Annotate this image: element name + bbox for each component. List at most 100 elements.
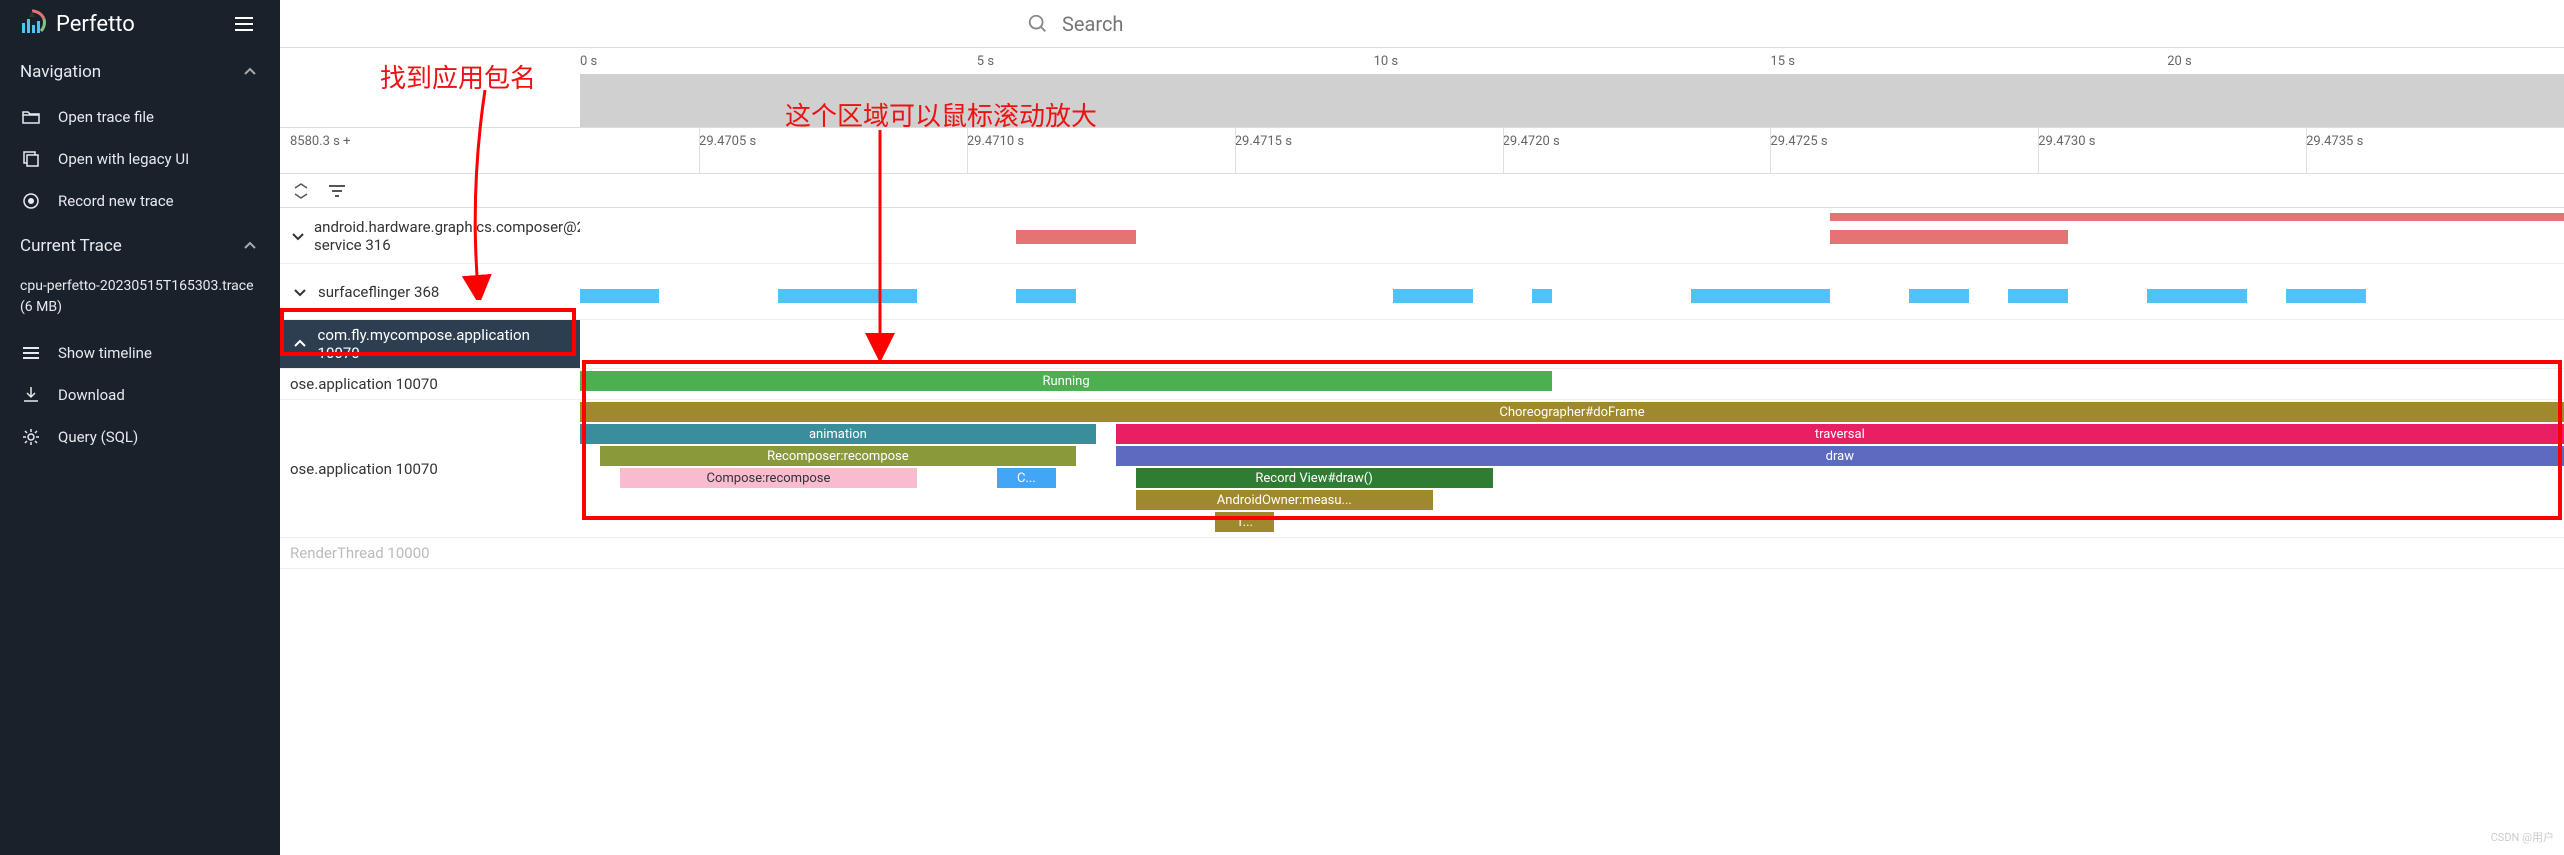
overview-tick: 5 s: [977, 54, 994, 69]
ruler-tick: 29.4705 s: [699, 134, 756, 149]
overview-tick: 20 s: [2167, 54, 2192, 69]
sidebar: Perfetto Navigation Open trace file Open…: [0, 0, 280, 855]
logo[interactable]: Perfetto: [16, 8, 135, 40]
trace-slice[interactable]: [2008, 289, 2068, 303]
filter-icon[interactable]: [326, 180, 348, 202]
nav-label: Download: [58, 386, 125, 404]
track-name: android.hardware.graphics.composer@2.3-s…: [314, 218, 602, 254]
trace-slice[interactable]: traversal: [1116, 424, 2564, 444]
overview-tick: 0 s: [580, 54, 597, 69]
hamburger-icon: [232, 12, 256, 36]
navigation-title: Navigation: [20, 62, 101, 82]
trace-slice[interactable]: C...: [997, 468, 1057, 488]
current-trace-section-header[interactable]: Current Trace: [0, 222, 280, 270]
nav-label: Query (SQL): [58, 428, 138, 446]
trace-slice[interactable]: Compose:recompose: [620, 468, 918, 488]
app-name: Perfetto: [56, 12, 135, 37]
trace-slice[interactable]: [778, 289, 917, 303]
nav-open-trace[interactable]: Open trace file: [0, 96, 280, 138]
trace-slice[interactable]: [1909, 289, 1969, 303]
track-name: surfaceflinger 368: [318, 283, 439, 301]
chevron-up-icon[interactable]: [290, 334, 310, 354]
track-group-row[interactable]: com.fly.mycompose.application 10070: [280, 320, 2564, 369]
overview-tick: 10 s: [1374, 54, 1399, 69]
chevron-up-icon: [240, 236, 260, 256]
download-icon: [20, 384, 42, 406]
menu-button[interactable]: [224, 4, 264, 44]
nav-query-sql[interactable]: Query (SQL): [0, 416, 280, 458]
track-group-row[interactable]: surfaceflinger 368: [280, 264, 2564, 320]
trace-slice[interactable]: draw: [1116, 446, 2564, 466]
nav-open-legacy[interactable]: Open with legacy UI: [0, 138, 280, 180]
perfetto-logo-icon: [16, 8, 48, 40]
topbar: [280, 0, 2564, 48]
trace-slice[interactable]: [1532, 289, 1552, 303]
nav-record-trace[interactable]: Record new trace: [0, 180, 280, 222]
ruler-tick: 29.4725 s: [1770, 134, 1827, 149]
trace-slice[interactable]: [1393, 289, 1472, 303]
query-icon: [20, 426, 42, 448]
trace-slice[interactable]: Record View#draw(): [1136, 468, 1493, 488]
chevron-up-icon: [240, 62, 260, 82]
ruler-tick: 29.4735 s: [2306, 134, 2363, 149]
trace-slice[interactable]: [580, 289, 659, 303]
nav-label: Open with legacy UI: [58, 150, 189, 168]
track-lane[interactable]: [580, 538, 2564, 568]
search-box[interactable]: [1012, 6, 1832, 42]
trace-slice[interactable]: AndroidOwner:measu...: [1136, 490, 1434, 510]
trace-slice[interactable]: [1016, 230, 1135, 244]
collapse-all-icon[interactable]: [290, 180, 312, 202]
ruler-origin: 8580.3 s +: [280, 128, 580, 173]
track-header[interactable]: ose.application 10070: [280, 369, 580, 399]
overview-viewport-rect[interactable]: [580, 74, 2564, 127]
track-header[interactable]: com.fly.mycompose.application 10070: [280, 320, 580, 368]
trace-slice[interactable]: [1691, 289, 1830, 303]
tracks-area[interactable]: android.hardware.graphics.composer@2.3-s…: [280, 208, 2564, 855]
track-lane[interactable]: Running: [580, 369, 2564, 399]
track-header[interactable]: ose.application 10070: [280, 400, 580, 537]
chevron-down-icon[interactable]: [290, 282, 310, 302]
chevron-down-icon[interactable]: [290, 226, 306, 246]
track-name: ose.application 10070: [290, 375, 438, 393]
nav-download[interactable]: Download: [0, 374, 280, 416]
ruler-tick: 29.4730 s: [2038, 134, 2095, 149]
track-lane[interactable]: [580, 208, 2564, 263]
trace-slice[interactable]: [2147, 289, 2246, 303]
detail-track-row[interactable]: ose.application 10070 Running: [280, 369, 2564, 400]
track-group-row[interactable]: android.hardware.graphics.composer@2.3-s…: [280, 208, 2564, 264]
timeline-icon: [20, 342, 42, 364]
trace-slice[interactable]: [1016, 289, 1076, 303]
trace-slice[interactable]: [1830, 230, 2068, 244]
navigation-section-header[interactable]: Navigation: [0, 48, 280, 96]
watermark: CSDN @用户: [2491, 829, 2554, 845]
overview-slice[interactable]: [1830, 213, 2564, 221]
track-header[interactable]: RenderThread 10000: [280, 538, 580, 568]
time-ruler[interactable]: 8580.3 s + 29.4705 s 29.4710 s 29.4715 s 29…: [280, 128, 2564, 174]
track-lane[interactable]: Choreographer#doFrameanimation traversal R…: [580, 400, 2564, 537]
track-lane[interactable]: [580, 264, 2564, 319]
track-header[interactable]: android.hardware.graphics.composer@2.3-s…: [280, 208, 580, 263]
track-lane[interactable]: [580, 320, 2564, 368]
main-area: 0 s5 s10 s15 s20 s 8580.3 s + 29.4705 s2…: [280, 0, 2564, 855]
trace-slice[interactable]: Choreographer#doFrame: [580, 402, 2564, 422]
folder-open-icon: [20, 106, 42, 128]
copy-icon: [20, 148, 42, 170]
track-name: com.fly.mycompose.application 10070: [318, 326, 570, 362]
nav-label: Open trace file: [58, 108, 154, 126]
track-row[interactable]: RenderThread 10000: [280, 538, 2564, 569]
trace-slice[interactable]: animation: [580, 424, 1096, 444]
ruler-tick: 29.4710 s: [967, 134, 1024, 149]
trace-slice[interactable]: T...: [1215, 512, 1275, 532]
trace-slice[interactable]: Recomposer:recompose: [600, 446, 1076, 466]
search-input[interactable]: [1062, 12, 1818, 36]
track-toolbar: [280, 174, 2564, 208]
track-header[interactable]: surfaceflinger 368: [280, 264, 580, 319]
nav-show-timeline[interactable]: Show timeline: [0, 332, 280, 374]
trace-slice[interactable]: [2286, 289, 2365, 303]
overview-timeline[interactable]: 0 s5 s10 s15 s20 s: [280, 48, 2564, 128]
ruler-tick: 29.4720 s: [1503, 134, 1560, 149]
search-icon: [1026, 12, 1050, 36]
ruler-tick: 29.4715 s: [1235, 134, 1292, 149]
trace-slice[interactable]: Running: [580, 371, 1552, 391]
detail-track-row[interactable]: ose.application 10070Choreographer#doFra…: [280, 400, 2564, 538]
